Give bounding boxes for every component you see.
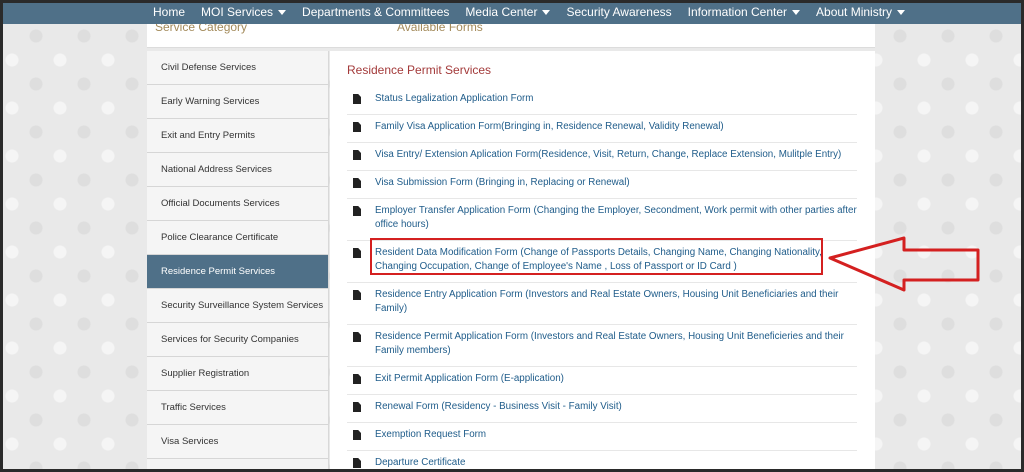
nav-security-awareness-label: Security Awareness: [566, 5, 672, 19]
form-row: Exit Permit Application Form (E-applicat…: [347, 367, 857, 395]
form-row: Residence Entry Application Form (Invest…: [347, 283, 857, 325]
nav-departments[interactable]: Departments & Committees: [294, 0, 457, 24]
form-row: Residence Permit Application Form (Inves…: [347, 325, 857, 367]
sidebar-item-supplier-registration[interactable]: Supplier Registration: [147, 357, 328, 391]
form-link[interactable]: Residence Permit Application Form (Inves…: [375, 330, 857, 358]
nav-moi-services[interactable]: MOI Services: [193, 0, 294, 24]
form-link[interactable]: Departure Certificate: [375, 456, 465, 470]
document-icon: [353, 290, 361, 300]
form-link[interactable]: Family Visa Application Form(Bringing in…: [375, 120, 724, 134]
document-icon: [353, 402, 361, 412]
document-icon: [353, 94, 361, 104]
caret-down-icon: [792, 9, 801, 15]
form-link[interactable]: Residence Entry Application Form (Invest…: [375, 288, 857, 316]
sidebar-item-early-warning[interactable]: Early Warning Services: [147, 85, 328, 119]
section-title: Residence Permit Services: [347, 63, 492, 77]
document-icon: [353, 150, 361, 160]
sidebar-item-visa[interactable]: Visa Services: [147, 425, 328, 459]
document-icon: [353, 248, 361, 258]
sidebar-item-security-surveillance[interactable]: Security Surveillance System Services: [147, 289, 328, 323]
document-icon: [353, 332, 361, 342]
sidebar-item-residence-permit[interactable]: Residence Permit Services: [147, 255, 328, 289]
sidebar-item-civil-defense[interactable]: Civil Defense Services: [147, 51, 328, 85]
nav-about-ministry[interactable]: About Ministry: [808, 0, 913, 24]
nav-media-center[interactable]: Media Center: [457, 0, 558, 24]
form-link[interactable]: Exemption Request Form: [375, 428, 486, 442]
nav-home[interactable]: Home: [145, 0, 193, 24]
form-link[interactable]: Status Legalization Application Form: [375, 92, 533, 106]
form-list: Status Legalization Application Form Fam…: [347, 87, 857, 472]
document-icon: [353, 430, 361, 440]
document-icon: [353, 206, 361, 216]
nav-security-awareness[interactable]: Security Awareness: [558, 0, 679, 24]
form-link[interactable]: Employer Transfer Application Form (Chan…: [375, 204, 857, 232]
document-icon: [353, 178, 361, 188]
form-link[interactable]: Visa Submission Form (Bringing in, Repla…: [375, 176, 630, 190]
form-link[interactable]: Visa Entry/ Extension Aplication Form(Re…: [375, 148, 841, 162]
sidebar-item-national-address[interactable]: National Address Services: [147, 153, 328, 187]
form-row-highlighted: Resident Data Modification Form (Change …: [347, 241, 857, 283]
caret-down-icon: [897, 9, 906, 15]
available-forms-heading: Available Forms: [397, 24, 483, 34]
form-row: Departure Certificate: [347, 451, 857, 472]
nav-departments-label: Departments & Committees: [302, 5, 450, 19]
nav-information-center[interactable]: Information Center: [680, 0, 808, 24]
nav-home-label: Home: [153, 5, 186, 19]
form-row: Visa Submission Form (Bringing in, Repla…: [347, 171, 857, 199]
document-icon: [353, 458, 361, 468]
nav-information-center-label: Information Center: [687, 5, 788, 19]
pointer-arrow-icon: [828, 236, 980, 292]
form-row: Renewal Form (Residency - Business Visit…: [347, 395, 857, 423]
sidebar-item-traffic[interactable]: Traffic Services: [147, 391, 328, 425]
resident-data-modification-link[interactable]: Resident Data Modification Form (Change …: [375, 246, 857, 274]
forms-panel: Residence Permit Services Status Legaliz…: [330, 51, 875, 472]
service-category-sidebar: Civil Defense Services Early Warning Ser…: [147, 51, 329, 472]
document-icon: [353, 374, 361, 384]
form-row: Employer Transfer Application Form (Chan…: [347, 199, 857, 241]
caret-down-icon: [278, 9, 287, 15]
nav-about-ministry-label: About Ministry: [816, 5, 893, 19]
sidebar-item-police-clearance[interactable]: Police Clearance Certificate: [147, 221, 328, 255]
sidebar-item-security-companies[interactable]: Services for Security Companies: [147, 323, 328, 357]
caret-down-icon: [542, 9, 551, 15]
service-category-heading: Service Category: [155, 24, 248, 34]
form-row: Exemption Request Form: [347, 423, 857, 451]
form-row: Visa Entry/ Extension Aplication Form(Re…: [347, 143, 857, 171]
top-navigation: Home MOI Services Departments & Committe…: [0, 0, 1024, 24]
form-row: Family Visa Application Form(Bringing in…: [347, 115, 857, 143]
nav-moi-services-label: MOI Services: [201, 5, 274, 19]
sidebar-item-official-documents[interactable]: Official Documents Services: [147, 187, 328, 221]
nav-media-center-label: Media Center: [465, 5, 538, 19]
form-link[interactable]: Exit Permit Application Form (E-applicat…: [375, 372, 564, 386]
document-icon: [353, 122, 361, 132]
form-row: Status Legalization Application Form: [347, 87, 857, 115]
form-link[interactable]: Renewal Form (Residency - Business Visit…: [375, 400, 622, 414]
sidebar-item-exit-entry[interactable]: Exit and Entry Permits: [147, 119, 328, 153]
panel-header: Service Category Available Forms: [147, 24, 875, 48]
